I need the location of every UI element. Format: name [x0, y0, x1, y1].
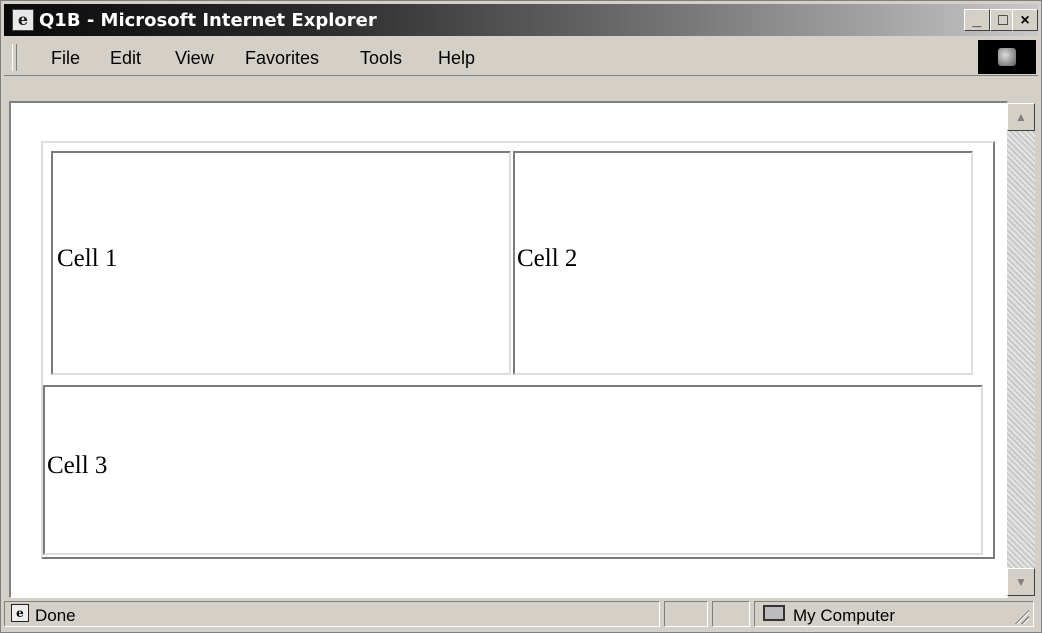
status-pane-progress — [664, 601, 708, 627]
menu-help[interactable]: Help — [438, 48, 475, 69]
vertical-scrollbar[interactable]: ▲ ▼ — [1007, 103, 1035, 596]
ie-page-icon: e — [11, 604, 29, 622]
menu-edit[interactable]: Edit — [110, 48, 141, 69]
browser-window: e Q1B - Microsoft Internet Explorer _ □ … — [0, 0, 1042, 633]
windows-flag-icon — [998, 48, 1016, 66]
menu-bar: File Edit View Favorites Tools Help — [4, 39, 1038, 76]
status-text: Done — [35, 606, 76, 625]
menu-file[interactable]: File — [51, 48, 80, 69]
cell-2-text: Cell 2 — [517, 245, 578, 272]
window-title: Q1B - Microsoft Internet Explorer — [39, 10, 377, 31]
html-table: Cell 1 Cell 2 Cell 3 — [41, 141, 995, 559]
status-bar: e Done My Computer — [4, 599, 1038, 629]
menu-favorites[interactable]: Favorites — [245, 48, 319, 69]
scroll-up-arrow-icon[interactable]: ▲ — [1007, 103, 1035, 131]
resize-grip-icon[interactable] — [1013, 608, 1029, 624]
windows-logo-icon — [978, 40, 1036, 74]
cell-3-text: Cell 3 — [47, 452, 108, 479]
table-cell-1: Cell 1 — [51, 151, 511, 375]
ie-page-icon[interactable]: e — [12, 9, 34, 31]
computer-icon — [763, 605, 785, 621]
title-bar[interactable]: e Q1B - Microsoft Internet Explorer _ □ … — [4, 4, 1038, 36]
page-content: Cell 1 Cell 2 Cell 3 — [9, 101, 1008, 598]
minimize-button[interactable]: _ — [964, 9, 990, 31]
table-cell-3: Cell 3 — [43, 385, 983, 555]
menu-tools[interactable]: Tools — [360, 48, 402, 69]
menu-view[interactable]: View — [175, 48, 214, 69]
status-main-pane: e Done — [4, 601, 660, 627]
status-pane-blank — [712, 601, 750, 627]
close-button[interactable]: × — [1012, 9, 1038, 31]
table-cell-2: Cell 2 — [513, 151, 973, 375]
status-zone-label: My Computer — [793, 606, 896, 625]
scroll-down-arrow-icon[interactable]: ▼ — [1007, 568, 1035, 596]
cell-1-text: Cell 1 — [57, 245, 118, 272]
status-zone-pane: My Computer — [754, 601, 1034, 627]
toolbar-grip[interactable] — [12, 44, 17, 71]
